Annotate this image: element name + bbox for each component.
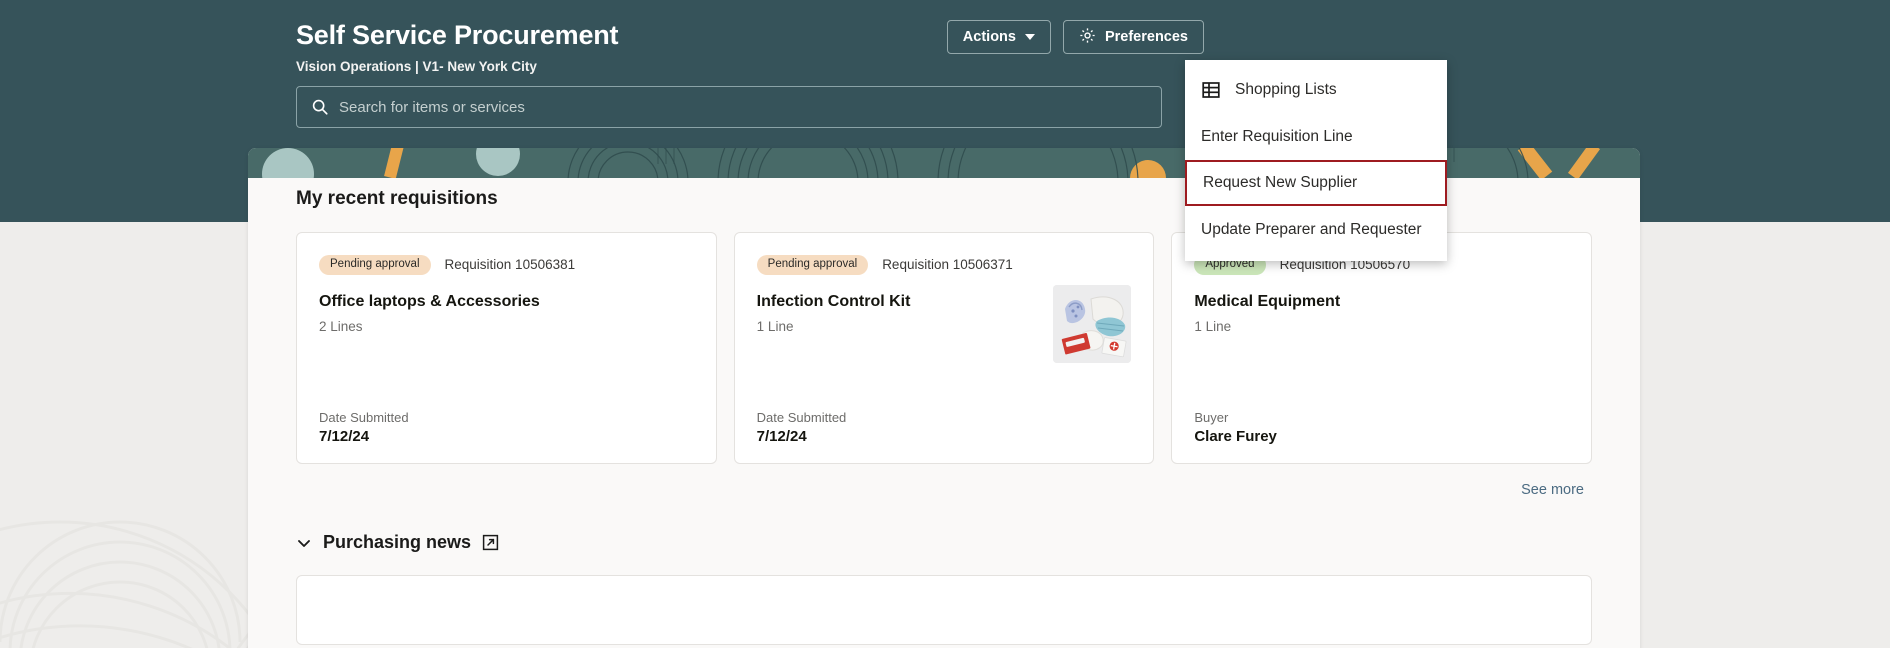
menu-item-enter-requisition-line[interactable]: Enter Requisition Line xyxy=(1185,113,1447,160)
actions-button-label: Actions xyxy=(962,29,1016,45)
requisition-card-header: Pending approval Requisition 10506381 xyxy=(319,255,694,275)
external-link-icon[interactable] xyxy=(482,534,499,551)
product-thumbnail xyxy=(1053,285,1132,363)
preferences-button-label: Preferences xyxy=(1104,29,1188,45)
requisition-line-count: 1 Line xyxy=(1194,318,1232,334)
chevron-down-icon[interactable] xyxy=(296,535,312,551)
requisition-footer-label: Date Submitted xyxy=(319,410,409,425)
org-subtitle: Vision Operations | V1- New York City xyxy=(296,59,537,74)
menu-item-shopping-lists[interactable]: Shopping Lists xyxy=(1185,66,1447,113)
header-actions-group: Actions Preferences xyxy=(946,20,1204,54)
see-more-row: See more xyxy=(296,482,1592,498)
requisition-line-count: 2 Lines xyxy=(319,318,363,334)
requisition-footer-label: Date Submitted xyxy=(756,410,847,425)
purchasing-news-title: Purchasing news xyxy=(323,532,472,552)
actions-button[interactable]: Actions xyxy=(946,20,1051,54)
requisition-number: Requisition 10506381 xyxy=(444,257,576,273)
actions-dropdown-menu: Shopping Lists Enter Requisition Line Re… xyxy=(1185,60,1447,261)
table-grid-icon xyxy=(1201,80,1221,100)
requisition-title: Office laptops & Accessories xyxy=(319,292,540,310)
status-badge: Pending approval xyxy=(319,255,431,275)
requisition-footer-value: 7/12/24 xyxy=(319,428,370,445)
search-icon xyxy=(311,98,329,116)
preferences-button[interactable]: Preferences xyxy=(1062,20,1204,54)
menu-item-request-new-supplier[interactable]: Request New Supplier xyxy=(1185,160,1447,206)
requisition-card[interactable]: Pending approval Requisition 10506381 Of… xyxy=(296,232,717,464)
requisition-footer-value: 7/12/24 xyxy=(756,428,807,445)
purchasing-news-panel xyxy=(296,575,1592,645)
purchasing-news-header: Purchasing news xyxy=(296,532,1592,553)
requisition-card-header: Pending approval Requisition 10506371 xyxy=(756,255,1132,275)
menu-item-label: Enter Requisition Line xyxy=(1201,127,1353,145)
requisition-title: Medical Equipment xyxy=(1194,292,1341,310)
requisition-footer-label: Buyer xyxy=(1194,410,1229,425)
menu-item-label: Request New Supplier xyxy=(1203,174,1358,191)
see-more-link[interactable]: See more xyxy=(1521,482,1584,498)
menu-item-update-preparer-and-requester[interactable]: Update Preparer and Requester xyxy=(1185,206,1447,253)
search-bar[interactable] xyxy=(296,86,1162,128)
page-title: Self Service Procurement xyxy=(296,20,619,50)
search-input[interactable] xyxy=(339,87,1147,127)
menu-item-label: Shopping Lists xyxy=(1235,80,1337,98)
requisition-footer: Date Submitted 7/12/24 xyxy=(757,410,1132,445)
requisition-footer-value: Clare Furey xyxy=(1194,428,1277,445)
requisition-card[interactable]: Pending approval Requisition 10506371 In… xyxy=(733,232,1155,464)
infection-control-kit-image xyxy=(1053,285,1132,363)
requisition-card[interactable]: Approved Requisition 10506570 Medical Eq… xyxy=(1171,232,1593,464)
gear-icon xyxy=(1079,27,1096,48)
requisition-footer: Date Submitted 7/12/24 xyxy=(319,410,694,445)
chevron-down-icon xyxy=(1024,34,1035,40)
requisition-number: Requisition 10506371 xyxy=(882,257,1013,273)
requisitions-list: Pending approval Requisition 10506381 Of… xyxy=(296,232,1593,464)
menu-item-label: Update Preparer and Requester xyxy=(1201,220,1422,238)
requisition-footer: Buyer Clare Furey xyxy=(1194,410,1569,445)
status-badge: Pending approval xyxy=(756,255,869,275)
